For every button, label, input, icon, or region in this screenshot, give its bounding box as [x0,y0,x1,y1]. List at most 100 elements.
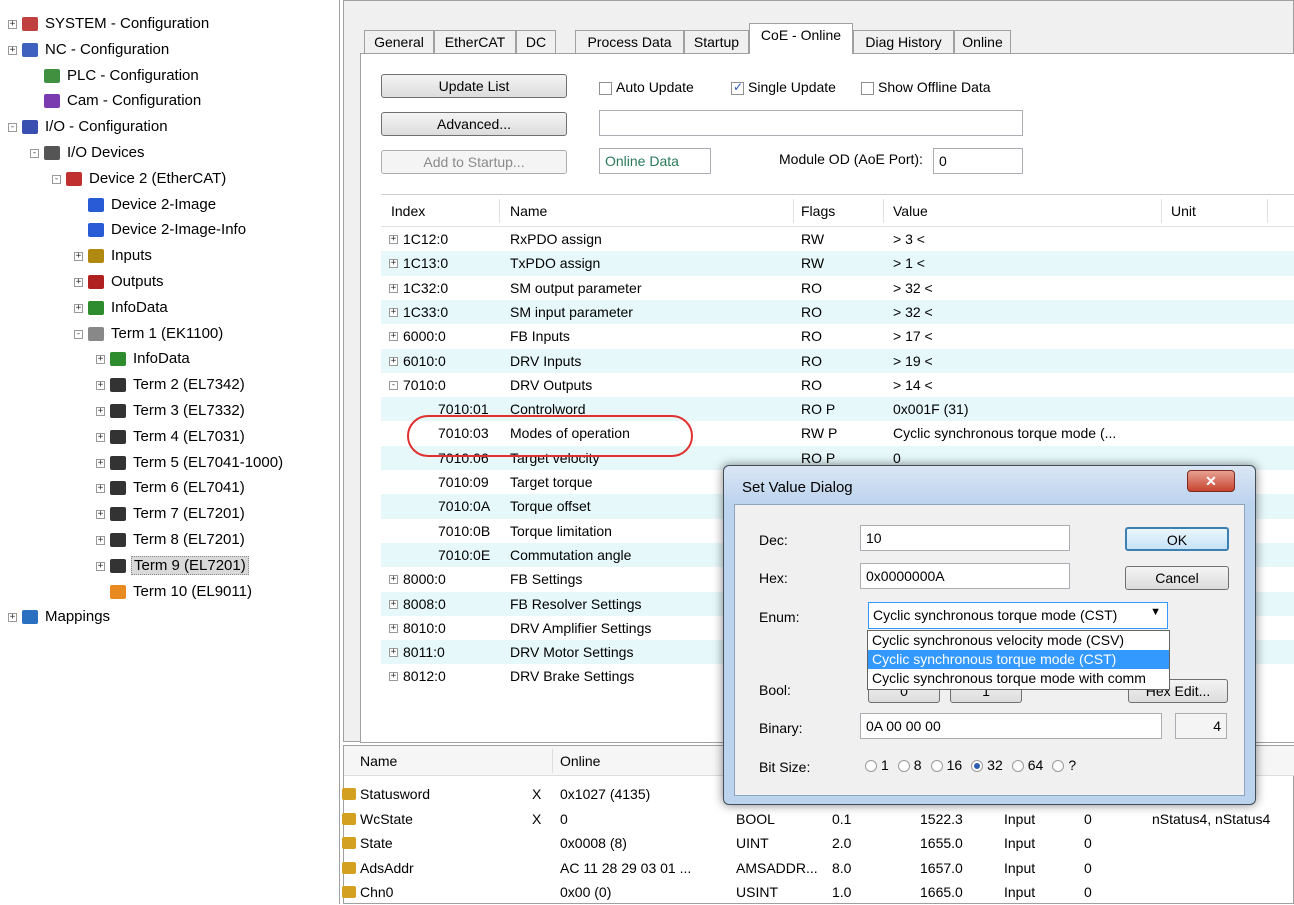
expand-icon[interactable]: + [96,561,105,571]
expand-icon[interactable]: + [389,307,398,317]
tab-online[interactable]: Online [954,30,1011,54]
expand-icon[interactable]: + [389,259,398,269]
tree-item[interactable]: + InfoData [96,347,192,371]
expand-icon[interactable]: + [96,381,105,391]
col-name[interactable]: Name [510,203,547,219]
tree-item[interactable]: - Device 2 (EtherCAT) [52,167,228,191]
col-index[interactable]: Index [391,203,425,219]
expand-icon[interactable]: + [8,613,17,623]
tab-process-data[interactable]: Process Data [575,30,684,54]
tree-item[interactable]: + InfoData [74,296,170,320]
add-to-startup-button[interactable]: Add to Startup... [381,150,567,174]
binary-field[interactable]: 0A 00 00 00 [860,713,1162,739]
tree-item[interactable]: + SYSTEM - Configuration [8,12,211,36]
collapse-icon[interactable]: - [74,329,83,339]
bitsize-radio-64[interactable]: 64 [1011,757,1043,773]
expand-icon[interactable]: + [389,599,398,609]
hex-field[interactable]: 0x0000000A [860,563,1070,589]
col-value[interactable]: Value [893,203,928,219]
bitsize-radio-other[interactable]: ? [1052,757,1076,773]
bitsize-radio-32[interactable]: 32 [971,757,1003,773]
tab-diag-history[interactable]: Diag History [853,30,954,54]
expand-icon[interactable]: + [389,623,398,633]
collapse-icon[interactable]: - [8,123,17,133]
single-update-checkbox[interactable]: Single Update [731,79,836,95]
dialog-titlebar[interactable]: Set Value Dialog ✕ [724,466,1255,504]
cancel-button[interactable]: Cancel [1125,566,1229,590]
expand-icon[interactable]: + [8,20,17,29]
expand-icon[interactable]: + [96,510,105,520]
expand-icon[interactable]: + [389,648,398,658]
enum-option[interactable]: Cyclic synchronous torque mode with comm [868,669,1169,688]
bitsize-radio-1[interactable]: 1 [865,757,889,773]
tree-item[interactable]: - I/O - Configuration [8,115,170,139]
collapse-icon[interactable]: - [52,174,61,184]
dec-field[interactable]: 10 [860,525,1070,551]
bitsize-radio-16[interactable]: 16 [930,757,962,773]
close-button[interactable]: ✕ [1187,470,1235,492]
tree-item[interactable]: - Term 1 (EK1100) [74,322,225,346]
tree-item[interactable]: + Outputs [74,270,166,294]
expand-icon[interactable]: + [389,235,398,244]
col-var-online[interactable]: Online [560,753,600,769]
expand-icon[interactable]: + [8,45,17,55]
bitsize-radio-8[interactable]: 8 [897,757,922,773]
tree-item[interactable]: + Mappings [8,605,112,629]
expand-icon[interactable]: + [96,355,105,365]
ok-button[interactable]: OK [1125,527,1229,551]
grid-row[interactable]: +1C12:0 RxPDO assign RW > 3 < [381,227,1294,251]
show-offline-checkbox[interactable]: Show Offline Data [861,79,991,95]
expand-icon[interactable]: + [96,458,105,468]
tree-item[interactable]: Device 2-Image [88,193,218,217]
tree-item[interactable]: + NC - Configuration [8,38,171,62]
variable-row[interactable]: State 0x0008 (8) UINT 2.0 1655.0 Input 0 [342,831,1294,856]
expand-icon[interactable]: + [389,672,398,682]
expand-icon[interactable]: + [389,332,398,342]
expand-icon[interactable]: + [74,278,83,287]
expand-icon[interactable]: + [96,536,105,545]
grid-row[interactable]: +1C13:0 TxPDO assign RW > 1 < [381,251,1294,276]
tree-item[interactable]: + Term 9 (EL7201) [96,554,249,578]
tab-general[interactable]: General [364,30,434,54]
advanced-button[interactable]: Advanced... [381,112,567,136]
tree-item[interactable]: + Term 8 (EL7201) [96,528,247,552]
tree-item[interactable]: + Term 2 (EL7342) [96,373,247,397]
collapse-icon[interactable]: - [389,380,398,390]
tree-item[interactable]: + Inputs [74,244,154,268]
variable-row[interactable]: AdsAddr AC 11 28 29 03 01 ... AMSADDR... 8.… [342,856,1294,881]
expand-icon[interactable]: + [389,575,398,585]
tree-item[interactable]: + Term 4 (EL7031) [96,425,247,449]
collapse-icon[interactable]: - [30,149,39,158]
grid-row[interactable]: +1C33:0 SM input parameter RO > 32 < [381,299,1294,325]
enum-option[interactable]: Cyclic synchronous velocity mode (CSV) [868,631,1169,650]
expand-icon[interactable]: + [74,252,83,262]
expand-icon[interactable]: + [96,432,105,442]
expand-icon[interactable]: + [96,484,105,494]
tree-item[interactable]: - I/O Devices [30,141,147,165]
tab-coe-online[interactable]: CoE - Online [749,23,853,54]
col-var-name[interactable]: Name [360,753,397,769]
enum-option-selected[interactable]: Cyclic synchronous torque mode (CST) [868,650,1169,669]
enum-select[interactable]: Cyclic synchronous torque mode (CST) ▼ [868,602,1168,629]
col-flags[interactable]: Flags [801,203,835,219]
variable-row[interactable]: WcState X 0 BOOL 0.1 1522.3 Input 0 nStatus4, nS… [342,807,1294,832]
expand-icon[interactable]: + [389,283,398,293]
expand-icon[interactable]: + [389,356,398,366]
tree-item[interactable]: + Term 7 (EL7201) [96,502,247,526]
enum-dropdown-list[interactable]: Cyclic synchronous velocity mode (CSV) C… [867,630,1170,690]
tree-item[interactable]: Device 2-Image-Info [88,218,248,242]
tab-dc[interactable]: DC [516,30,556,54]
tree-item[interactable]: Cam - Configuration [44,89,203,113]
col-unit[interactable]: Unit [1171,203,1196,219]
expand-icon[interactable]: + [96,407,105,416]
tab-ethercat[interactable]: EtherCAT [434,30,516,54]
grid-row[interactable]: +1C32:0 SM output parameter RO > 32 < [381,276,1294,300]
auto-update-checkbox[interactable]: Auto Update [599,79,694,95]
tree-item[interactable]: + Term 3 (EL7332) [96,399,247,423]
tree-item[interactable]: + Term 5 (EL7041-1000) [96,451,285,475]
grid-row[interactable]: -7010:0 DRV Outputs RO > 14 < [381,373,1294,397]
update-list-button[interactable]: Update List [381,74,567,98]
expand-icon[interactable]: + [74,303,83,313]
tab-startup[interactable]: Startup [684,30,749,54]
tree-item[interactable]: Term 10 (EL9011) [110,580,254,604]
